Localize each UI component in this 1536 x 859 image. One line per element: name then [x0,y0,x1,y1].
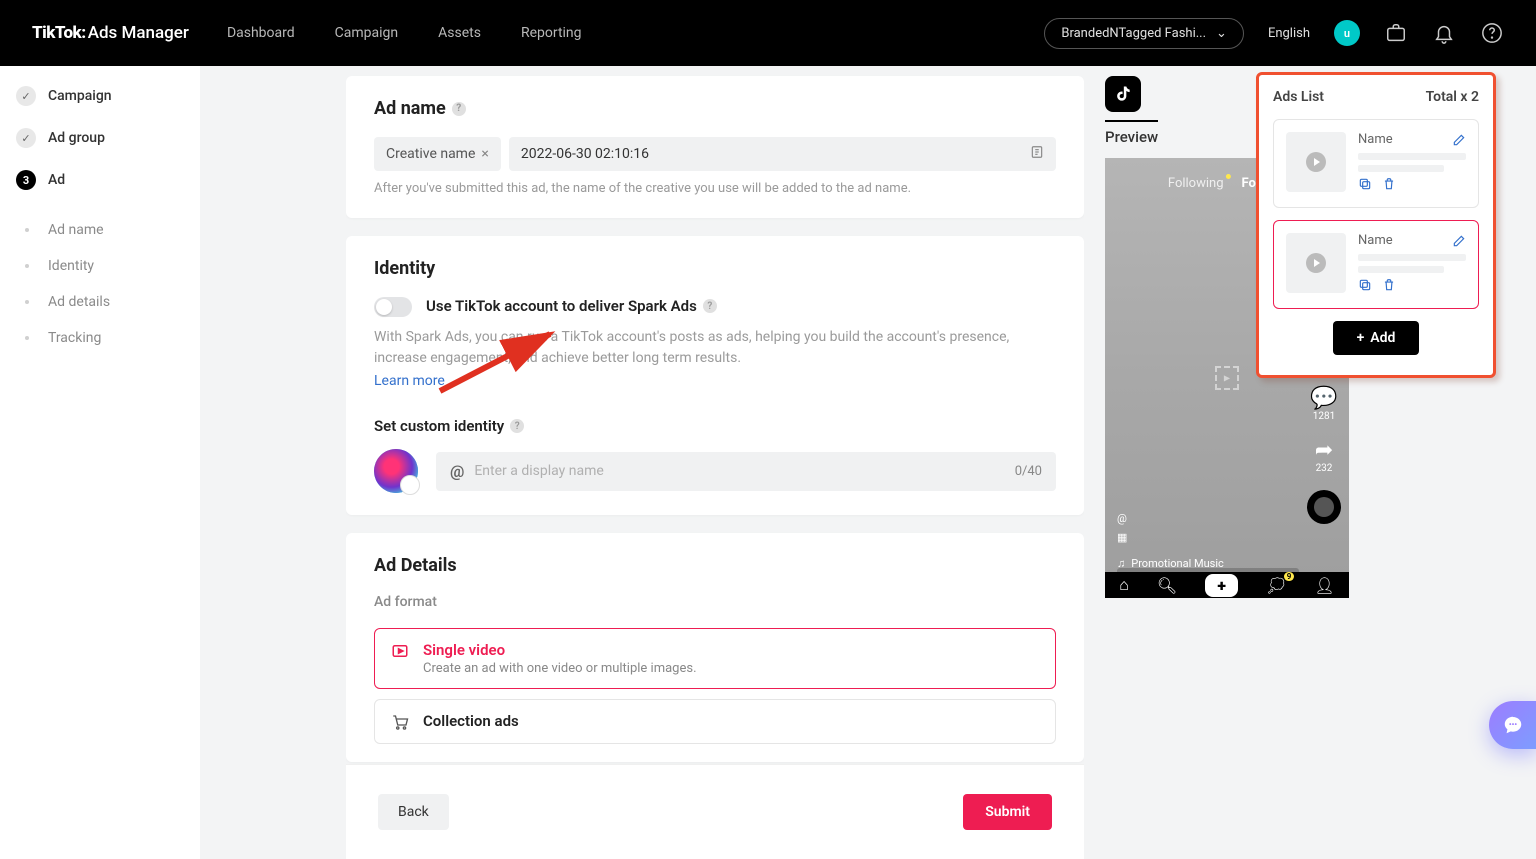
char-counter: 0/40 [1015,464,1042,479]
identity-avatar[interactable] [374,449,418,493]
logo: TikTok: Ads Manager [32,23,189,43]
ads-list-panel: Ads List Total x 2 Name [1256,72,1496,378]
nav-campaign[interactable]: Campaign [335,25,398,41]
cart-icon [391,713,409,731]
step-ad-group[interactable]: ✓ Ad group [16,128,184,148]
video-placeholder-icon [1215,366,1239,390]
creative-name-chip: Creative name × [374,137,501,171]
nav-assets[interactable]: Assets [438,25,481,41]
custom-identity-label: Set custom identity [374,417,504,435]
nav-dashboard[interactable]: Dashboard [227,25,295,41]
logo-sub: Ads Manager [88,23,189,43]
video-icon [391,642,409,660]
step-number: 3 [16,170,36,190]
spark-description: With Spark Ads, you can run a TikTok acc… [374,327,1056,369]
plus-icon: + [1205,574,1238,597]
tiktok-icon [1105,76,1141,112]
language-selector[interactable]: English [1268,26,1310,41]
copy-icon[interactable] [1358,177,1372,195]
step-campaign[interactable]: ✓ Campaign [16,86,184,106]
footer-bar: Back Submit [346,764,1084,859]
substep-ad-name[interactable]: Ad name [16,212,184,248]
help-icon[interactable]: ? [510,419,524,433]
edit-icon[interactable] [1452,132,1466,151]
display-name-input[interactable]: @ Enter a display name 0/40 [436,452,1056,491]
trash-icon[interactable] [1382,177,1396,195]
inbox-icon: 💭︎9 [1266,576,1286,595]
trash-icon[interactable] [1382,278,1396,296]
sidebar: ✓ Campaign ✓ Ad group 3 Ad Ad name Ident… [0,66,200,859]
add-button[interactable]: + Add [1333,321,1420,355]
check-icon: ✓ [16,86,36,106]
nav-reporting[interactable]: Reporting [521,25,582,41]
spark-ads-toggle[interactable] [374,297,412,317]
ad-name-card: Ad name ? Creative name × 2022-06-30 02:… [346,76,1084,218]
substep-tracking[interactable]: Tracking [16,320,184,356]
notes-icon[interactable] [1030,145,1044,163]
comment-icon: 💬1281 [1310,386,1337,422]
identity-title: Identity [374,258,435,279]
submit-button[interactable]: Submit [963,794,1052,830]
spark-toggle-label: Use TikTok account to deliver Spark Ads [426,297,697,315]
profile-icon: 👤︎ [1315,576,1335,595]
back-button[interactable]: Back [378,794,449,830]
copy-icon[interactable] [1358,278,1372,296]
identity-card: Identity Use TikTok account to deliver S… [346,236,1084,515]
ad-name-helper: After you've submitted this ad, the name… [374,181,1056,196]
learn-more-link[interactable]: Learn more [374,373,445,389]
help-icon[interactable]: ? [703,299,717,313]
format-single-video[interactable]: Single video Create an ad with one video… [374,628,1056,689]
chevron-down-icon: ⌄ [1216,26,1227,41]
substep-ad-details[interactable]: Ad details [16,284,184,320]
ads-list-item[interactable]: Name [1273,119,1479,208]
tab-following: Following [1168,176,1224,191]
share-icon: ➦232 [1315,438,1333,474]
preview-meta: @ ▦ [1117,512,1127,544]
play-icon [1286,233,1346,293]
account-dropdown[interactable]: BrandedNTagged Fashi... ⌄ [1044,18,1244,49]
edit-icon[interactable] [1452,233,1466,252]
bell-icon[interactable] [1432,21,1456,45]
ads-list-item[interactable]: Name [1273,220,1479,309]
step-ad[interactable]: 3 Ad [16,170,184,190]
home-icon: ⌂ [1119,575,1129,595]
help-icon[interactable]: ? [452,102,466,116]
preview-label: Preview [1105,120,1158,146]
record-icon [1307,490,1341,524]
briefcase-icon[interactable] [1384,21,1408,45]
ads-list-title: Ads List [1273,89,1324,105]
play-icon [1286,132,1346,192]
logo-brand: TikTok: [32,23,86,43]
ad-details-title: Ad Details [374,555,457,576]
account-name: BrandedNTagged Fashi... [1061,26,1206,41]
ad-name-title: Ad name [374,98,446,119]
substep-identity[interactable]: Identity [16,248,184,284]
format-collection-ads[interactable]: Collection ads [374,699,1056,744]
remove-chip-icon[interactable]: × [481,146,488,162]
ad-name-input[interactable]: 2022-06-30 02:10:16 [509,137,1056,171]
user-avatar[interactable]: u [1334,20,1360,46]
chat-fab[interactable] [1489,701,1536,749]
help-icon[interactable] [1480,21,1504,45]
search-icon: 🔍︎ [1157,576,1177,595]
ad-format-label: Ad format [374,594,1056,610]
ad-details-card: Ad Details Ad format Single video Create… [346,533,1084,762]
ads-list-total: Total x 2 [1426,89,1479,105]
plus-icon: + [1357,330,1365,346]
check-icon: ✓ [16,128,36,148]
at-icon: @ [450,462,464,481]
